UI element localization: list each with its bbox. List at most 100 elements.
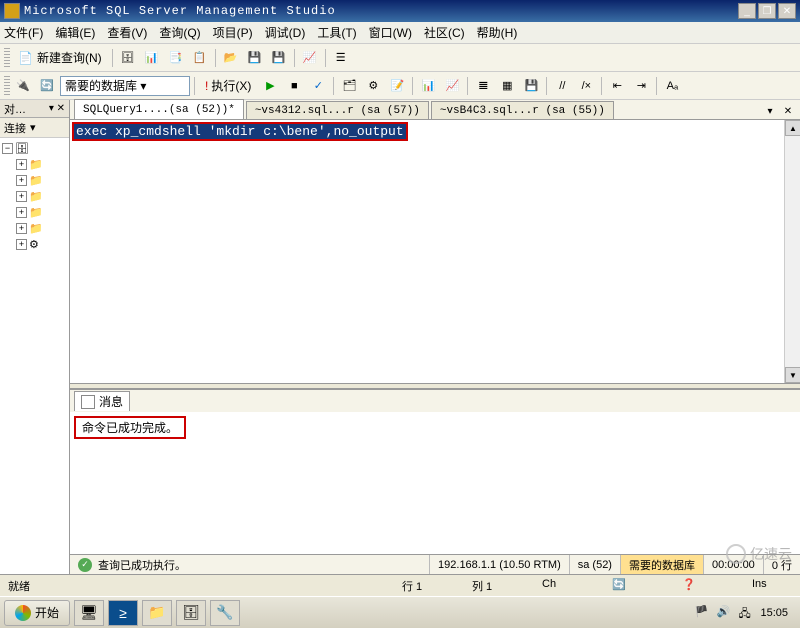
- ins-mode: Ins: [752, 578, 792, 594]
- sql-editor-toolbar: 🔌 🔄 需要的数据库 ▾ ! 执行(X) ▶ ■ ✓ 🗂 ⚙ 📝 📊 📈 𝌆 ▦…: [0, 72, 800, 100]
- tab-list-icon[interactable]: ▾: [762, 103, 778, 119]
- database-engine-icon[interactable]: 🗄: [117, 47, 139, 69]
- expand-icon[interactable]: +: [16, 239, 27, 250]
- help-icon[interactable]: ❓: [682, 578, 722, 594]
- panel-menu-icon[interactable]: ▾ ✕: [49, 103, 65, 114]
- clock[interactable]: 15:05: [760, 607, 788, 619]
- folder-icon: 📁: [29, 190, 43, 203]
- object-explorer-tree[interactable]: − 🗄 + 📁 + 📁 + 📁 + 📁 + 📁: [0, 138, 69, 574]
- tray-flag-icon[interactable]: 🏴: [694, 605, 710, 621]
- editor-content[interactable]: exec xp_cmdshell 'mkdir c:\bene',no_outp…: [70, 120, 800, 143]
- specify-values-icon[interactable]: Aₐ: [661, 75, 683, 97]
- save-all-icon[interactable]: 💾: [268, 47, 290, 69]
- expand-icon[interactable]: +: [16, 159, 27, 170]
- menu-file[interactable]: 文件(F): [4, 24, 43, 41]
- expand-icon[interactable]: +: [16, 191, 27, 202]
- sql-editor[interactable]: exec xp_cmdshell 'mkdir c:\bene',no_outp…: [70, 120, 800, 383]
- status-user: sa (52): [569, 555, 620, 574]
- scroll-down-icon[interactable]: ▼: [785, 367, 800, 383]
- decrease-indent-icon[interactable]: ⇤: [606, 75, 628, 97]
- results-file-icon[interactable]: 💾: [520, 75, 542, 97]
- estimated-plan-icon[interactable]: 🗂: [338, 75, 360, 97]
- dropdown-icon[interactable]: ▾: [30, 121, 36, 134]
- analysis-icon[interactable]: 📊: [141, 47, 163, 69]
- maximize-button[interactable]: ❐: [758, 3, 776, 19]
- menu-community[interactable]: 社区(C): [424, 24, 465, 41]
- menu-debug[interactable]: 调试(D): [265, 24, 306, 41]
- vertical-scrollbar[interactable]: ▲ ▼: [784, 120, 800, 383]
- change-connection-icon[interactable]: 🔄: [36, 75, 58, 97]
- menu-window[interactable]: 窗口(W): [369, 24, 412, 41]
- tree-folder-node[interactable]: + 📁: [2, 188, 67, 204]
- app-statusbar: 就绪 行 1 列 1 Ch 🔄 ❓ Ins: [0, 574, 800, 596]
- results-text-icon[interactable]: 𝌆: [472, 75, 494, 97]
- connect-label[interactable]: 连接: [4, 120, 26, 136]
- taskbar-explorer-icon[interactable]: 📁: [142, 600, 172, 626]
- menu-edit[interactable]: 编辑(E): [55, 24, 95, 41]
- client-stats-icon[interactable]: 📈: [441, 75, 463, 97]
- include-plan-icon[interactable]: 📊: [417, 75, 439, 97]
- messages-tab[interactable]: 消息: [74, 391, 130, 411]
- collapse-icon[interactable]: −: [2, 143, 13, 154]
- tree-folder-node[interactable]: + 📁: [2, 220, 67, 236]
- separator: [112, 49, 113, 67]
- parse-icon[interactable]: ✓: [307, 75, 329, 97]
- execute-arrow-icon: !: [205, 79, 208, 93]
- list-icon[interactable]: ☰: [330, 47, 352, 69]
- scroll-up-icon[interactable]: ▲: [785, 120, 800, 136]
- tray-network-icon[interactable]: 🖧: [738, 605, 754, 621]
- tree-folder-node[interactable]: + 📁: [2, 172, 67, 188]
- menu-tools[interactable]: 工具(T): [317, 24, 356, 41]
- taskbar-ssms-icon[interactable]: 🗄: [176, 600, 206, 626]
- cancel-icon[interactable]: ■: [283, 75, 305, 97]
- selected-sql[interactable]: exec xp_cmdshell 'mkdir c:\bene',no_outp…: [74, 124, 406, 139]
- query-options-icon[interactable]: ⚙: [362, 75, 384, 97]
- taskbar-network-icon[interactable]: 🖥: [74, 600, 104, 626]
- save-icon[interactable]: 💾: [244, 47, 266, 69]
- results-grid-icon[interactable]: ▦: [496, 75, 518, 97]
- close-button[interactable]: ✕: [778, 3, 796, 19]
- tree-folder-node[interactable]: + 📁: [2, 204, 67, 220]
- taskbar-tools-icon[interactable]: 🔧: [210, 600, 240, 626]
- status-ready: 就绪: [8, 578, 402, 594]
- status-database: 需要的数据库: [620, 555, 703, 574]
- increase-indent-icon[interactable]: ⇥: [630, 75, 652, 97]
- tab-vs4312[interactable]: ~vs4312.sql...r (sa (57)): [246, 101, 429, 119]
- refresh-icon[interactable]: 🔄: [612, 578, 652, 594]
- database-selector[interactable]: 需要的数据库 ▾: [60, 76, 190, 96]
- comment-icon[interactable]: //: [551, 75, 573, 97]
- tab-sqlquery1[interactable]: SQLQuery1....(sa (52))*: [74, 99, 244, 119]
- success-message: 命令已成功完成。: [74, 416, 186, 439]
- folder-icon: 📁: [29, 222, 43, 235]
- tree-server-node[interactable]: − 🗄: [2, 140, 67, 156]
- intellisense-icon[interactable]: 📝: [386, 75, 408, 97]
- tab-vsb4c3[interactable]: ~vsB4C3.sql...r (sa (55)): [431, 101, 614, 119]
- dmx-icon[interactable]: 📋: [189, 47, 211, 69]
- tree-folder-node[interactable]: + 📁: [2, 156, 67, 172]
- menu-view[interactable]: 查看(V): [107, 24, 147, 41]
- tab-close-icon[interactable]: ✕: [780, 103, 796, 119]
- new-query-button[interactable]: 新建查询(N): [12, 47, 108, 69]
- execute-button[interactable]: ! 执行(X): [199, 75, 257, 97]
- toolbar-grip[interactable]: [4, 48, 10, 68]
- uncomment-icon[interactable]: /×: [575, 75, 597, 97]
- start-button[interactable]: 开始: [4, 600, 70, 626]
- open-icon[interactable]: 📂: [220, 47, 242, 69]
- expand-icon[interactable]: +: [16, 175, 27, 186]
- menu-project[interactable]: 项目(P): [213, 24, 253, 41]
- tray-sound-icon[interactable]: 🔊: [716, 605, 732, 621]
- report-icon[interactable]: 📑: [165, 47, 187, 69]
- connect-icon[interactable]: 🔌: [12, 75, 34, 97]
- debug-button[interactable]: ▶: [259, 75, 281, 97]
- tree-folder-node[interactable]: + ⚙: [2, 236, 67, 252]
- activity-icon[interactable]: 📈: [299, 47, 321, 69]
- toolbar-grip[interactable]: [4, 76, 10, 96]
- messages-content[interactable]: 命令已成功完成。: [70, 412, 800, 554]
- menu-help[interactable]: 帮助(H): [477, 24, 518, 41]
- taskbar-powershell-icon[interactable]: ≥: [108, 600, 138, 626]
- expand-icon[interactable]: +: [16, 207, 27, 218]
- minimize-button[interactable]: _: [738, 3, 756, 19]
- execute-label: 执行(X): [211, 77, 251, 94]
- menu-query[interactable]: 查询(Q): [159, 24, 200, 41]
- expand-icon[interactable]: +: [16, 223, 27, 234]
